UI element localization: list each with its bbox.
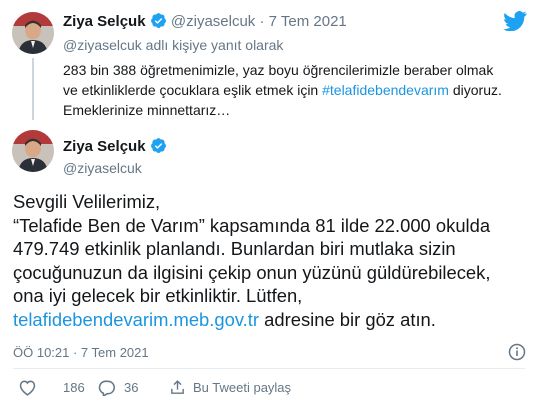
reply-button[interactable]: 36 (97, 379, 138, 396)
reply-tweet-header: Ziya Selçuk @ziyaselcuk · 7 Tem 2021 (63, 12, 347, 33)
twitter-bird-icon[interactable] (503, 11, 527, 36)
greeting-line: Sevgili Velilerimiz, (13, 191, 161, 212)
reply-count: 36 (124, 380, 139, 395)
reply-bubble-icon (97, 379, 116, 396)
header-separator: · (259, 13, 265, 30)
main-tweet-author: Ziya Selçuk (63, 137, 167, 159)
share-label: Bu Tweeti paylaş (193, 380, 292, 395)
body-text: “Telafide Ben de Varım” kapsamında 81 il… (13, 214, 491, 307)
body-paragraph: “Telafide Ben de Varım” kapsamında 81 il… (13, 214, 523, 332)
reply-tweet-date[interactable]: 7 Tem 2021 (269, 13, 347, 30)
like-button[interactable]: 186 (18, 379, 85, 396)
verified-badge-icon (150, 12, 167, 33)
thread-connector-line (32, 58, 34, 120)
reply-author-handle[interactable]: @ziyaselcuk (171, 13, 255, 30)
main-author-avatar[interactable] (12, 130, 54, 172)
share-button[interactable]: Bu Tweeti paylaş (169, 379, 291, 396)
main-tweet-text: Sevgili Velilerimiz, “Telafide Ben de Va… (13, 190, 523, 332)
like-count: 186 (63, 380, 85, 395)
info-icon[interactable] (508, 343, 526, 366)
body-text-end: adresine bir göz atın. (259, 308, 436, 330)
tweet-actions-bar: 186 36 Bu Tweeti paylaş (0, 379, 539, 403)
reply-author-avatar[interactable] (12, 12, 54, 54)
reply-context[interactable]: @ziyaselcuk adlı kişiye yanıt olarak (63, 37, 283, 53)
main-author-handle[interactable]: @ziyaselcuk (63, 160, 142, 176)
main-author-name[interactable]: Ziya Selçuk (63, 138, 146, 155)
tweet-timestamp[interactable]: ÖÖ 10:21 · 7 Tem 2021 (13, 345, 149, 360)
verified-badge-icon (150, 137, 167, 159)
heart-icon (18, 379, 37, 396)
website-link[interactable]: telafidebendevarim.meb.gov.tr (13, 309, 259, 330)
hashtag-link[interactable]: #telafidebendevarım (322, 82, 449, 98)
actions-divider (13, 368, 525, 369)
reply-tweet-text: 283 bin 388 öğretmenimizle, yaz boyu öğr… (63, 60, 503, 120)
reply-author-name[interactable]: Ziya Selçuk (63, 13, 146, 30)
share-icon (169, 379, 186, 396)
